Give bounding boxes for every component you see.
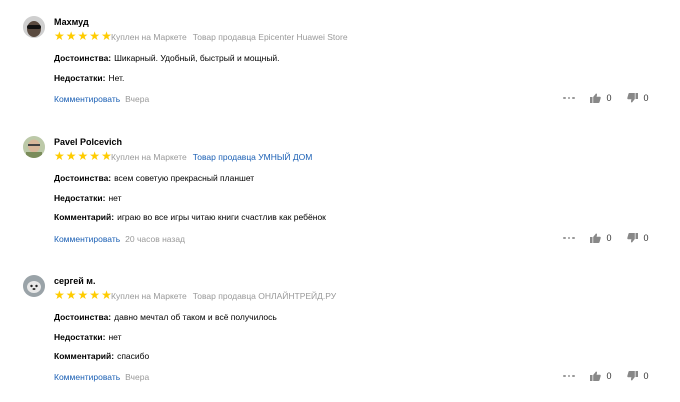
thumbs-down-icon[interactable] <box>626 93 638 103</box>
seller-label: Товар продавца ОНЛАЙНТРЕЙД.РУ <box>192 291 337 301</box>
comment-text: спасибо <box>117 351 150 361</box>
like-count: 0 <box>606 93 612 103</box>
review-author[interactable]: Pavel Polcevich <box>54 137 122 147</box>
disadvantages-row: Недостатки: нет <box>54 332 121 342</box>
thumbs-up-icon[interactable] <box>589 93 601 103</box>
comment-label: Комментарий: <box>54 212 115 222</box>
star-icon: ★ <box>77 29 89 43</box>
comment-row: Комментарий: спасибо <box>54 351 149 361</box>
review-author[interactable]: сергей м. <box>54 276 95 286</box>
like-count: 0 <box>606 233 612 243</box>
disadvantages-label: Недостатки: <box>54 332 106 342</box>
bought-label: Куплен на Маркете <box>111 152 187 162</box>
disadvantages-row: Недостатки: нет <box>54 193 121 203</box>
star-icon: ★ <box>89 29 101 43</box>
star-icon: ★ <box>77 149 89 163</box>
rating-stars: ★ ★ ★ ★ ★ <box>54 149 112 163</box>
disadvantages-label: Недостатки: <box>54 193 106 203</box>
review-date: 20 часов назад <box>125 234 186 244</box>
review-meta: Куплен на Маркете Товар продавца ОНЛАЙНТР… <box>111 291 336 301</box>
seller-link[interactable]: Товар продавца УМНЫЙ ДОМ <box>193 152 313 162</box>
star-icon: ★ <box>54 288 65 302</box>
avatar[interactable] <box>23 136 45 158</box>
disadvantages-text: нет <box>108 193 122 203</box>
comment-text: играю во все игры читаю книги счастлив к… <box>117 212 326 222</box>
star-icon: ★ <box>54 29 65 43</box>
star-icon: ★ <box>89 288 101 302</box>
rating-stars: ★ ★ ★ ★ ★ <box>54 29 112 43</box>
advantages-text: Шикарный. Удобный, быстрый и мощный. <box>114 53 280 63</box>
advantages-text: всем советую прекрасный планшет <box>114 173 255 183</box>
bought-label: Куплен на Маркете <box>111 32 187 42</box>
avatar[interactable] <box>23 16 45 38</box>
comment-link[interactable]: Комментировать <box>54 234 120 244</box>
advantages-row: Достоинства: Шикарный. Удобный, быстрый и… <box>54 53 280 63</box>
review-actions: 0 0 <box>563 371 649 381</box>
review-meta: Куплен на Маркете Товар продавца УМНЫЙ ДО… <box>111 152 312 162</box>
advantages-row: Достоинства: давно мечтал об таком и всё … <box>54 312 277 322</box>
review-author[interactable]: Махмуд <box>54 17 89 27</box>
more-dots-icon[interactable] <box>563 374 575 378</box>
more-dots-icon[interactable] <box>563 236 575 240</box>
thumbs-down-icon[interactable] <box>626 371 638 381</box>
disadvantages-text: Нет. <box>108 73 125 83</box>
thumbs-up-icon[interactable] <box>589 233 601 243</box>
disadvantages-text: нет <box>108 332 122 342</box>
seller-label: Товар продавца Epicenter Huawei Store <box>192 32 348 42</box>
thumbs-up-icon[interactable] <box>589 371 601 381</box>
dislike-count: 0 <box>643 93 649 103</box>
bought-label: Куплен на Маркете <box>111 291 187 301</box>
comment-label: Комментарий: <box>54 351 115 361</box>
star-icon: ★ <box>89 149 101 163</box>
avatar[interactable] <box>23 275 45 297</box>
advantages-text: давно мечтал об таком и всё получилось <box>114 312 277 322</box>
comment-row: Комментарий: играю во все игры читаю книг… <box>54 212 326 222</box>
advantages-label: Достоинства: <box>54 53 112 63</box>
disadvantages-row: Недостатки: Нет. <box>54 73 124 83</box>
advantages-row: Достоинства: всем советую прекрасный план… <box>54 173 254 183</box>
more-dots-icon[interactable] <box>563 96 575 100</box>
review-actions: 0 0 <box>563 93 649 103</box>
review-date: Вчера <box>125 372 150 382</box>
like-count: 0 <box>606 371 612 381</box>
rating-stars: ★ ★ ★ ★ ★ <box>54 288 112 302</box>
review-footer: Комментировать 20 часов назад <box>54 234 185 244</box>
star-icon: ★ <box>65 149 77 163</box>
comment-link[interactable]: Комментировать <box>54 372 120 382</box>
star-icon: ★ <box>65 29 77 43</box>
dislike-count: 0 <box>643 371 649 381</box>
review-meta: Куплен на Маркете Товар продавца Epicente… <box>111 32 348 42</box>
review-footer: Комментировать Вчера <box>54 94 149 104</box>
comment-link[interactable]: Комментировать <box>54 94 120 104</box>
review-actions: 0 0 <box>563 233 649 243</box>
review-date: Вчера <box>125 94 150 104</box>
thumbs-down-icon[interactable] <box>626 233 638 243</box>
advantages-label: Достоинства: <box>54 173 112 183</box>
star-icon: ★ <box>65 288 77 302</box>
disadvantages-label: Недостатки: <box>54 73 106 83</box>
star-icon: ★ <box>54 149 65 163</box>
advantages-label: Достоинства: <box>54 312 112 322</box>
star-icon: ★ <box>77 288 89 302</box>
review-footer: Комментировать Вчера <box>54 372 149 382</box>
dislike-count: 0 <box>643 233 649 243</box>
